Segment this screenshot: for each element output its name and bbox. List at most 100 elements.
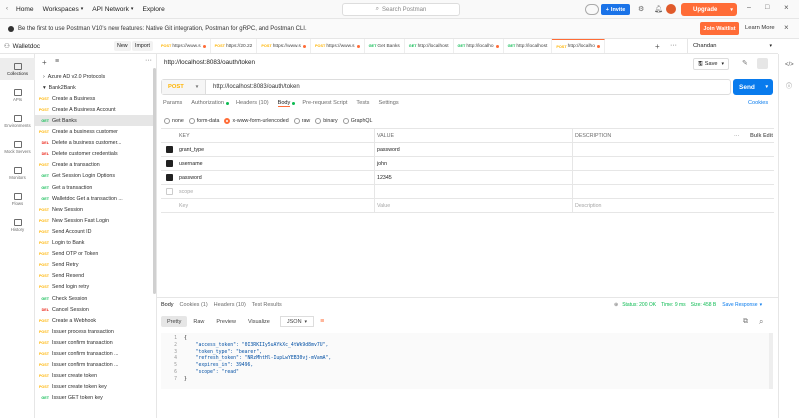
value-cell[interactable]: password (377, 147, 400, 153)
list-item[interactable]: POST Create A Business Account (35, 104, 155, 115)
request-tab[interactable]: POST https://www.s (257, 39, 311, 53)
value-cell[interactable]: john (377, 161, 387, 167)
rail-item-mock-servers[interactable]: Mock Servers (0, 136, 35, 158)
wrap-lines-icon[interactable]: ≡ (320, 318, 324, 325)
list-item[interactable]: GET Check Session (35, 293, 155, 304)
body-option[interactable]: x-www-form-urlencoded (224, 118, 289, 124)
response-size[interactable]: Size: 458 B (691, 302, 717, 308)
maximize-icon[interactable]: □ (765, 4, 769, 11)
language-select[interactable]: JSON ▾ (279, 316, 315, 327)
method-select[interactable]: POST ▾ (162, 80, 206, 94)
request-tab[interactable]: POST https://20.22 (211, 39, 258, 53)
request-tab[interactable]: POST https://www.s (157, 39, 211, 53)
checkbox[interactable] (166, 160, 173, 167)
value-cell[interactable]: 12345 (377, 175, 392, 181)
list-item[interactable]: POST Create a transaction (35, 160, 155, 171)
description-input[interactable]: Description (575, 203, 602, 209)
body-option[interactable]: binary (315, 118, 338, 124)
nav-explore[interactable]: Explore (142, 6, 164, 13)
rail-item-collections[interactable]: Collections (0, 58, 35, 80)
list-item[interactable]: GET Get Session Login Options (35, 171, 155, 182)
format-preview[interactable]: Preview (210, 316, 242, 327)
tab-response-option[interactable]: Body (161, 302, 174, 308)
tab-response-option[interactable]: Cookies (1) (180, 302, 208, 308)
edit-icon[interactable]: ✎ (742, 59, 748, 67)
environment-select[interactable]: Chandan ▾ (687, 39, 778, 54)
tab-request-option[interactable]: Authorization (191, 100, 224, 107)
learn-more-link[interactable]: Learn More (745, 25, 775, 31)
checkbox[interactable] (166, 174, 173, 181)
list-item[interactable]: POST Send Resend (35, 271, 155, 282)
url-input[interactable]: http://localhost:8083/oauth/token (206, 84, 300, 90)
body-option[interactable]: raw (293, 118, 310, 124)
tab-request-option[interactable]: Headers (10) (236, 100, 269, 107)
rail-item-history[interactable]: History (0, 214, 35, 236)
workspace-name[interactable]: Walletdoc (13, 43, 40, 50)
key-cell[interactable]: username (179, 161, 203, 167)
rail-item-flows[interactable]: Flows (0, 188, 35, 210)
minimize-icon[interactable]: – (747, 4, 751, 11)
tab-response-option[interactable]: Test Results (252, 302, 282, 308)
search-icon[interactable]: ⌕ (759, 317, 763, 327)
nav-api-network[interactable]: API Network ▾ (92, 6, 133, 13)
doc-view-icon[interactable] (757, 58, 768, 69)
back-icon[interactable]: ‹ (6, 6, 8, 12)
close-icon[interactable]: × (784, 3, 789, 12)
invite-button[interactable]: + Invite (601, 4, 630, 15)
search-input[interactable]: ⌕ Search Postman (342, 3, 460, 16)
list-item[interactable]: POST Issuer process transaction (35, 326, 155, 337)
folder-item[interactable]: ▾ Bank2Bank (35, 82, 155, 93)
list-item[interactable]: POST Issuer confirm transaction ... (35, 349, 155, 360)
join-waitlist-button[interactable]: Join Waitlist (700, 22, 739, 35)
body-option[interactable]: none (164, 118, 184, 124)
list-item[interactable]: POST Send OTP or Token (35, 249, 155, 260)
import-button[interactable]: Import (132, 41, 154, 51)
request-tab[interactable]: GET http://localhost (504, 39, 553, 53)
list-item[interactable]: POST Send login retry (35, 282, 155, 293)
new-button[interactable]: New (114, 41, 131, 51)
key-cell[interactable]: grant_type (179, 147, 204, 153)
nav-home[interactable]: Home (16, 6, 34, 13)
bell-icon[interactable]: 🔔︎ (654, 5, 663, 13)
list-item[interactable]: DEL Cancel Session (35, 304, 155, 315)
request-tab[interactable]: GET Get Banks (365, 39, 405, 53)
rail-item-monitors[interactable]: Monitors (0, 162, 35, 184)
list-item[interactable]: POST Send Retry (35, 260, 155, 271)
avatar[interactable] (666, 4, 676, 14)
add-icon[interactable]: + (42, 58, 47, 67)
gear-icon[interactable]: ⚙ (638, 5, 644, 13)
upgrade-button[interactable]: Upgrade ▾ (681, 3, 737, 16)
list-item[interactable]: POST Issuer create token (35, 371, 155, 382)
list-item[interactable]: DEL Delete a business customer... (35, 138, 155, 149)
list-item[interactable]: POST Create a business customer (35, 127, 155, 138)
list-item[interactable]: DEL Delete customer credentials (35, 149, 155, 160)
key-cell[interactable]: password (179, 175, 202, 181)
list-item[interactable]: GET Get a transaction (35, 182, 155, 193)
checkbox[interactable] (166, 146, 173, 153)
sidebar-scrollbar[interactable] (153, 68, 156, 294)
value-input[interactable]: Value (377, 203, 390, 209)
more-icon[interactable]: ··· (145, 57, 152, 64)
format-visualize[interactable]: Visualize (242, 316, 276, 327)
tab-request-option[interactable]: Pre-request Script (302, 100, 347, 107)
list-item[interactable]: GET Get Banks (35, 115, 155, 127)
status-code[interactable]: Status: 200 OK (622, 302, 656, 308)
save-button[interactable]: 🖫︎ Save ▾ (693, 58, 729, 70)
list-item[interactable]: POST Create a Business (35, 93, 155, 104)
list-item[interactable]: POST Issuer create token key (35, 382, 155, 393)
list-item[interactable]: POST New Session (35, 204, 155, 215)
rail-item-environments[interactable]: Environments (0, 110, 35, 132)
body-option[interactable]: form-data (188, 118, 219, 124)
list-item[interactable]: POST Issuer confirm transaction (35, 337, 155, 348)
folder-item[interactable]: › Azure AD v2.0 Protocols (35, 71, 155, 82)
request-tab[interactable]: POST http://localho (552, 39, 605, 53)
list-item[interactable]: POST Issuer confirm transaction ... (35, 360, 155, 371)
tab-request-option[interactable]: Tests (356, 100, 369, 107)
request-title[interactable]: http://localhost:8083/oauth/token (164, 59, 255, 66)
send-button[interactable]: Send ▾ (733, 79, 773, 95)
body-option[interactable]: GraphQL (342, 118, 372, 124)
list-item[interactable]: GET Issuer GET token key (35, 393, 155, 404)
response-body[interactable]: 1 {2 "access_token": "0I3RKIIy5uAYkXc_4tW… (161, 333, 769, 389)
list-item[interactable]: POST New Session Fast Login (35, 215, 155, 226)
rail-item-apis[interactable]: APIs (0, 84, 35, 106)
